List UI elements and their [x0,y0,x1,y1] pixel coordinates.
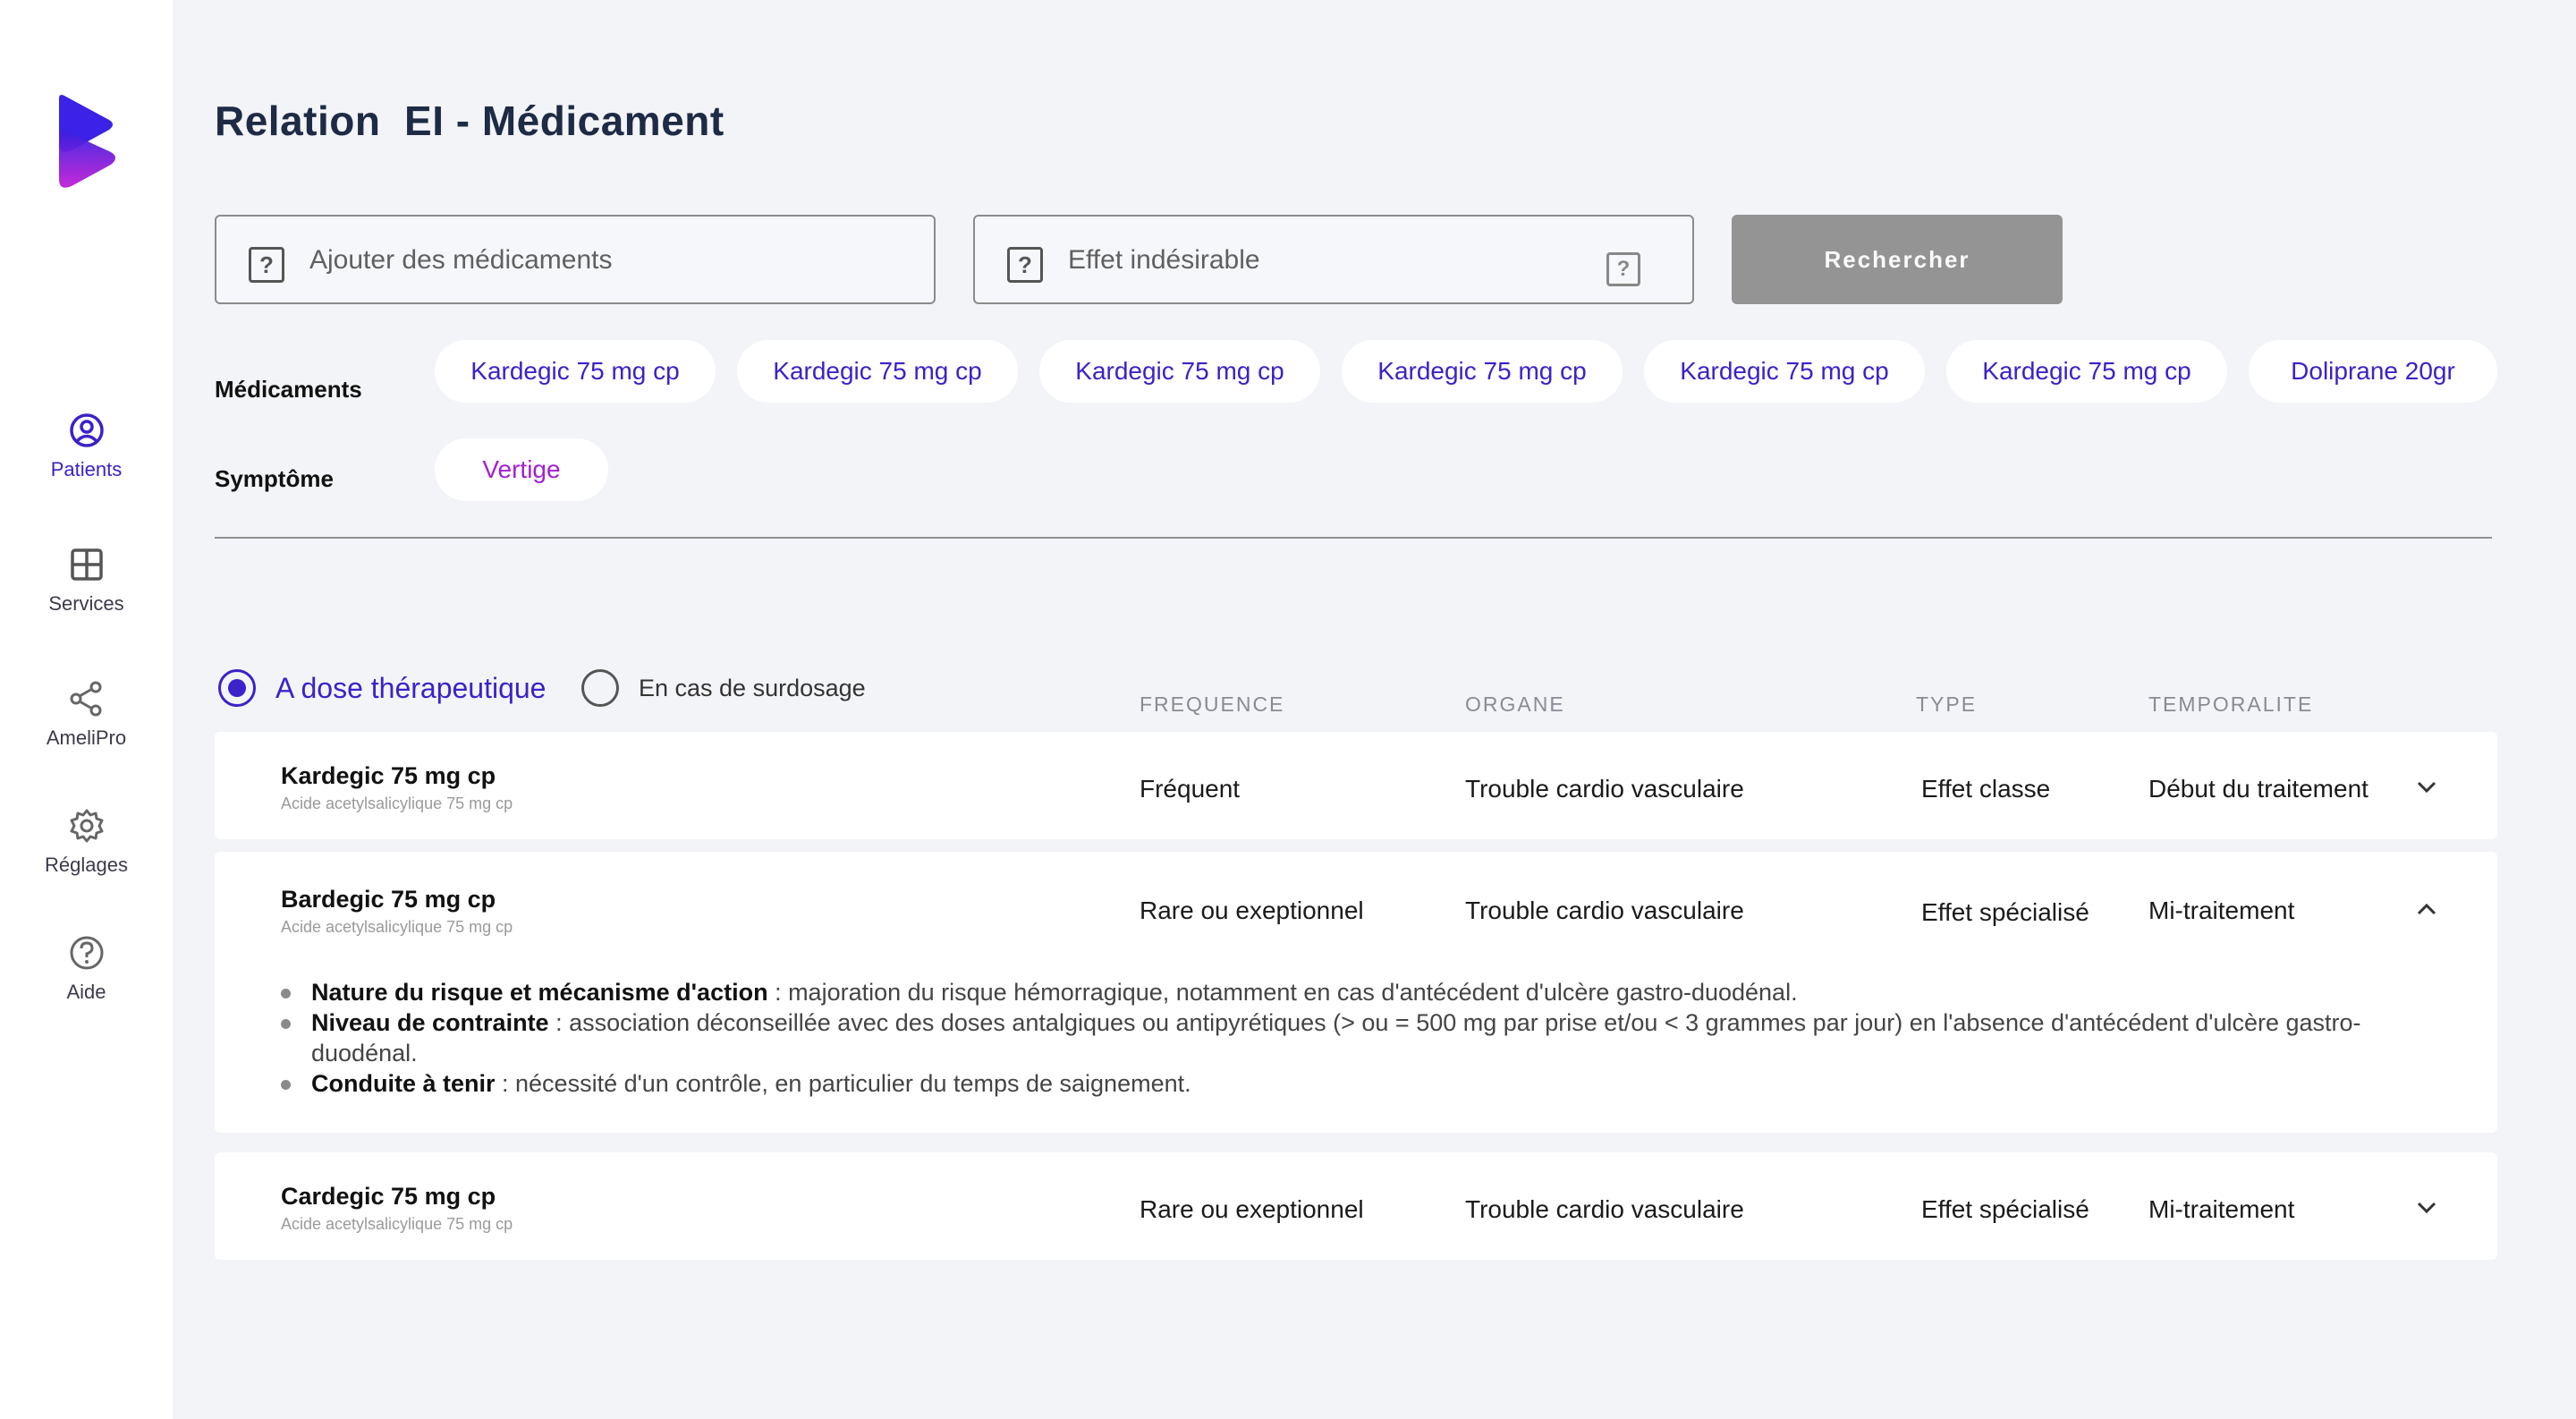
effect-search-field[interactable]: ? ? [973,215,1694,304]
detail-term: Niveau de contrainte [311,1009,549,1036]
sidebar-item-amelipro[interactable]: AmeliPro [0,680,173,750]
chevron-up-icon[interactable] [2411,895,2442,925]
drug-search-input[interactable] [309,238,846,283]
temporalite-value: Mi-traitement [2148,896,2295,924]
divider [215,537,2492,539]
table-row[interactable]: Cardegic 75 mg cp Acide acetylsalicyliqu… [215,1152,2497,1260]
temporalite-value: Mi-traitement [2148,1195,2295,1223]
sidebar-item-label: Services [48,592,124,615]
organe-value: Trouble cardio vasculaire [1465,1195,1744,1223]
organe-value: Trouble cardio vasculaire [1465,775,1744,803]
detail-item: Nature du risque et mécanisme d'action :… [281,977,2445,1007]
drugs-label: Médicaments [215,376,362,403]
drug-search-field[interactable]: ? [215,215,936,304]
type-value: Effet spécialisé [1921,898,2089,926]
type-value: Effet classe [1921,775,2051,803]
radio-overdose[interactable]: En cas de surdosage [581,669,866,707]
frequence-value: Rare ou exeptionnel [1140,896,1364,924]
help-icon[interactable]: ? [1007,247,1043,283]
frequence-value: Rare ou exeptionnel [1140,1195,1364,1223]
frequence-value: Fréquent [1140,775,1241,803]
detail-item: Niveau de contrainte : association décon… [281,1007,2445,1068]
drug-chip[interactable]: Kardegic 75 mg cp [1039,340,1320,403]
page-title: Relation EI - Médicament [215,98,724,144]
chevron-down-icon[interactable] [2411,1192,2442,1222]
sidebar-item-services[interactable]: Services [0,546,173,616]
radio-indicator[interactable] [581,669,619,707]
drug-chip[interactable]: Kardegic 75 mg cp [737,340,1018,403]
sidebar-item-reglages[interactable]: Réglages [0,807,173,877]
gear-icon [70,809,103,843]
column-header-organe: ORGANE [1465,693,1565,716]
share-icon [70,681,101,717]
drug-substance: Acide acetylsalicylique 75 mg cp [281,794,513,812]
radio-label: En cas de surdosage [639,674,866,701]
sidebar-item-aide[interactable]: Aide [0,934,173,1004]
column-header-temporalite: TEMPORALITE [2148,693,2314,716]
radio-therapeutic-dose[interactable]: A dose thérapeutique [218,669,546,707]
sidebar-item-patients[interactable]: Patients [0,412,173,481]
detail-term: Nature du risque et mécanisme d'action [311,979,768,1006]
column-header-type: TYPE [1916,693,1978,716]
symptom-chip[interactable]: Vertige [435,438,608,501]
sidebar-item-label: Patients [50,458,123,480]
detail-text: : association déconseillée avec des dose… [311,1009,2361,1066]
detail-list: Nature du risque et mécanisme d'action :… [281,977,2445,1099]
drug-name: Kardegic 75 mg cp [281,762,496,789]
sidebar: Patients Services AmeliPro Réglages Aide [0,0,173,1419]
drug-substance: Acide acetylsalicylique 75 mg cp [281,1215,513,1233]
drug-chip[interactable]: Doliprane 20gr [2249,340,2497,403]
drug-chip[interactable]: Kardegic 75 mg cp [435,340,716,403]
help-circle-icon [70,936,103,970]
drug-name: Cardegic 75 mg cp [281,1183,496,1210]
detail-item: Conduite à tenir : nécessité d'un contrô… [281,1068,2445,1099]
temporalite-value: Début du traitement [2148,775,2368,803]
drug-substance: Acide acetylsalicylique 75 mg cp [281,918,513,936]
sidebar-item-label: Réglages [45,854,128,876]
table-row[interactable]: Kardegic 75 mg cp Acide acetylsalicyliqu… [215,732,2497,839]
sidebar-item-label: AmeliPro [46,726,127,749]
effect-search-input[interactable] [1068,238,1569,283]
table-row-expanded[interactable]: Bardegic 75 mg cp Acide acetylsalicyliqu… [215,852,2497,1133]
user-circle-icon [69,413,104,447]
drug-chip[interactable]: Kardegic 75 mg cp [1644,340,1925,403]
column-header-frequence: FREQUENCE [1140,693,1285,716]
radio-label: A dose thérapeutique [275,671,547,704]
help-icon[interactable]: ? [249,247,284,283]
drug-chip[interactable]: Kardegic 75 mg cp [1946,340,2227,403]
sidebar-item-label: Aide [66,981,106,1003]
drug-name: Bardegic 75 mg cp [281,886,496,913]
brand-logo[interactable] [52,93,120,188]
detail-text: : nécessité d'un contrôle, en particulie… [495,1070,1191,1097]
drug-chip[interactable]: Kardegic 75 mg cp [1342,340,1623,403]
radio-indicator[interactable] [218,669,256,707]
symptom-label: Symptôme [215,465,334,492]
detail-text: : majoration du risque hémorragique, not… [767,979,1798,1006]
detail-term: Conduite à tenir [311,1070,496,1097]
help-icon[interactable]: ? [1606,252,1640,286]
chevron-down-icon[interactable] [2411,771,2442,802]
organe-value: Trouble cardio vasculaire [1465,896,1744,924]
type-value: Effet spécialisé [1921,1195,2089,1223]
grid-icon [70,548,103,581]
search-button[interactable]: Rechercher [1732,215,2063,304]
